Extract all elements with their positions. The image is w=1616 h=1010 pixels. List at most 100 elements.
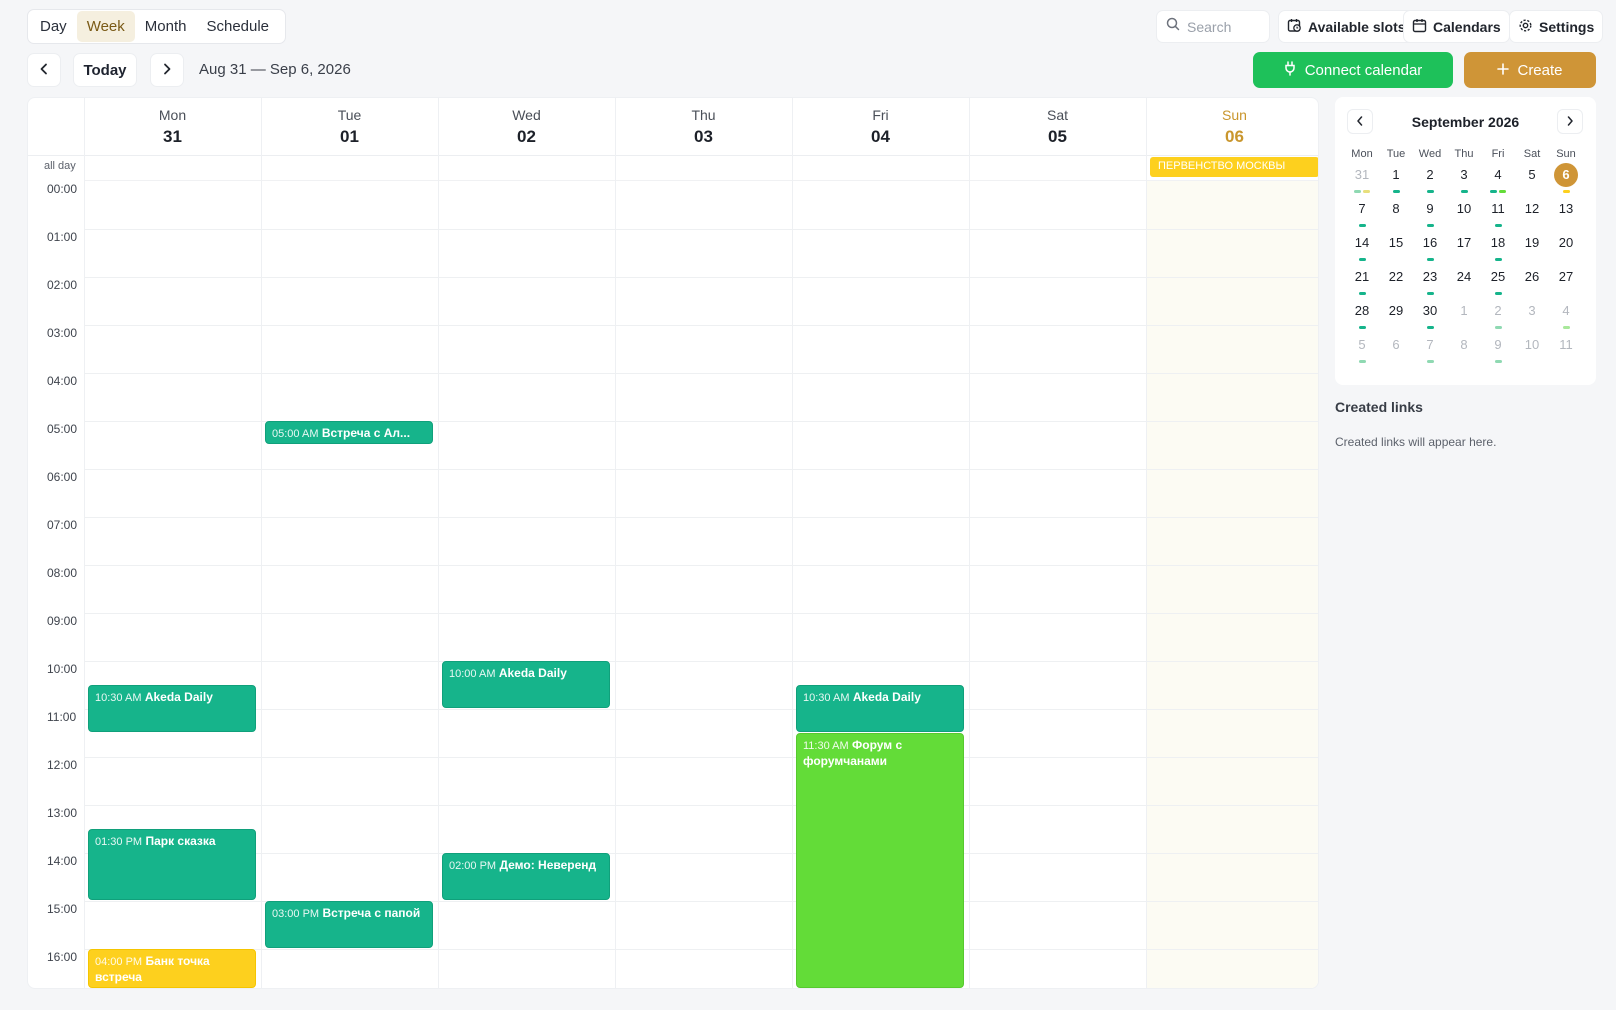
mini-day-selected[interactable]: 6 [1549, 163, 1583, 193]
hour-gridline [84, 517, 1318, 518]
calendar-event[interactable]: 04:00 PM Банк точка встреча [88, 949, 256, 988]
mini-day[interactable]: 14 [1345, 231, 1379, 261]
calendar-event[interactable]: 10:30 AM Akeda Daily [88, 685, 256, 732]
hour-label: 03:00 [47, 326, 78, 340]
mini-day[interactable]: 26 [1515, 265, 1549, 295]
mini-day-number: 13 [1558, 201, 1574, 216]
event-indicator-dots [1413, 190, 1447, 193]
mini-day[interactable]: 7 [1413, 333, 1447, 363]
calendar-event[interactable]: 11:30 AM Форум с форумчанами [796, 733, 964, 988]
mini-day[interactable]: 11 [1481, 197, 1515, 227]
mini-day[interactable]: 25 [1481, 265, 1515, 295]
mini-day[interactable]: 19 [1515, 231, 1549, 261]
mini-next-month-button[interactable] [1557, 109, 1583, 134]
prev-week-button[interactable] [27, 53, 61, 87]
event-title: Akeda Daily [144, 690, 213, 704]
mini-day[interactable]: 11 [1549, 333, 1583, 363]
event-title: Демо: Неверенд [499, 858, 597, 872]
mini-day[interactable]: 27 [1549, 265, 1583, 295]
event-indicator-dots [1413, 258, 1447, 261]
day-header-fri[interactable]: Fri 04 [792, 98, 968, 155]
event-dot [1426, 326, 1434, 329]
calendar-event[interactable]: 02:00 PM Демо: Неверенд [442, 853, 610, 900]
mini-day[interactable]: 21 [1345, 265, 1379, 295]
column-divider [84, 98, 85, 988]
mini-day[interactable]: 22 [1379, 265, 1413, 295]
day-date: 01 [340, 127, 359, 146]
calendar-event[interactable]: 10:00 AM Akeda Daily [442, 661, 610, 708]
calendar-event[interactable]: 03:00 PM Встреча с папой [265, 901, 433, 948]
column-divider [1146, 98, 1147, 988]
mini-day[interactable]: 30 [1413, 299, 1447, 329]
mini-day[interactable]: 2 [1413, 163, 1447, 193]
mini-day[interactable]: 5 [1345, 333, 1379, 363]
mini-day[interactable]: 17 [1447, 231, 1481, 261]
create-button[interactable]: Create [1464, 52, 1596, 88]
mini-day[interactable]: 3 [1447, 163, 1481, 193]
day-header-mon[interactable]: Mon 31 [84, 98, 260, 155]
hour-label: 12:00 [47, 758, 78, 772]
available-slots-button[interactable]: Available slots [1278, 10, 1415, 43]
mini-day[interactable]: 23 [1413, 265, 1447, 295]
mini-day[interactable]: 9 [1481, 333, 1515, 363]
connect-calendar-label: Connect calendar [1304, 61, 1423, 79]
mini-day[interactable]: 4 [1481, 163, 1515, 193]
mini-day[interactable]: 1 [1379, 163, 1413, 193]
event-dot [1392, 190, 1400, 193]
event-dot [1494, 360, 1502, 363]
day-date: 06 [1225, 127, 1244, 146]
day-header-thu[interactable]: Thu 03 [615, 98, 791, 155]
tab-month[interactable]: Month [135, 11, 197, 42]
gear-icon [1518, 18, 1533, 36]
day-header-tue[interactable]: Tue 01 [261, 98, 437, 155]
event-indicator-dots [1447, 190, 1481, 193]
day-header-sun[interactable]: Sun 06 [1146, 98, 1318, 155]
mini-day[interactable]: 31 [1345, 163, 1379, 193]
calendars-button[interactable]: Calendars [1403, 10, 1510, 43]
next-week-button[interactable] [150, 53, 184, 87]
day-name: Sat [1046, 107, 1068, 123]
day-header-wed[interactable]: Wed 02 [438, 98, 614, 155]
event-time: 10:30 AM [95, 692, 142, 704]
mini-day[interactable]: 9 [1413, 197, 1447, 227]
mini-day[interactable]: 18 [1481, 231, 1515, 261]
tab-schedule[interactable]: Schedule [196, 11, 279, 42]
event-time: 01:30 PM [95, 836, 143, 848]
mini-day[interactable]: 16 [1413, 231, 1447, 261]
all-day-event[interactable]: ПЕРВЕНСТВО МОСКВЫ [1150, 157, 1318, 177]
mini-day-number: 12 [1524, 201, 1540, 216]
settings-button[interactable]: Settings [1509, 10, 1604, 43]
mini-day[interactable]: 15 [1379, 231, 1413, 261]
calendar-event[interactable]: 05:00 AM Встреча с Ал... [265, 421, 433, 444]
mini-day[interactable]: 6 [1379, 333, 1413, 363]
mini-day[interactable]: 7 [1345, 197, 1379, 227]
event-dot [1494, 292, 1502, 295]
mini-day[interactable]: 3 [1515, 299, 1549, 329]
mini-day[interactable]: 2 [1481, 299, 1515, 329]
hour-label: 02:00 [47, 278, 78, 292]
calendar-event[interactable]: 01:30 PM Парк сказка [88, 829, 256, 900]
mini-day[interactable]: 5 [1515, 163, 1549, 193]
mini-day[interactable]: 29 [1379, 299, 1413, 329]
mini-day[interactable]: 20 [1549, 231, 1583, 261]
mini-day[interactable]: 12 [1515, 197, 1549, 227]
today-button[interactable]: Today [73, 53, 137, 87]
mini-day[interactable]: 10 [1515, 333, 1549, 363]
search-input[interactable] [1187, 18, 1267, 35]
connect-calendar-button[interactable]: Connect calendar [1253, 52, 1453, 88]
mini-day[interactable]: 13 [1549, 197, 1583, 227]
mini-day[interactable]: 28 [1345, 299, 1379, 329]
tab-week[interactable]: Week [76, 11, 135, 42]
mini-day[interactable]: 10 [1447, 197, 1481, 227]
event-indicator-dots [1413, 360, 1447, 363]
calendar-event[interactable]: 10:30 AM Akeda Daily [796, 685, 964, 732]
tab-day[interactable]: Day [30, 11, 77, 42]
mini-day[interactable]: 4 [1549, 299, 1583, 329]
mini-day[interactable]: 8 [1447, 333, 1481, 363]
day-header-sat[interactable]: Sat 05 [969, 98, 1145, 155]
mini-day[interactable]: 24 [1447, 265, 1481, 295]
mini-day[interactable]: 1 [1447, 299, 1481, 329]
day-name: Tue [337, 107, 362, 123]
mini-weekday-label: Sun [1556, 148, 1576, 160]
mini-day[interactable]: 8 [1379, 197, 1413, 227]
